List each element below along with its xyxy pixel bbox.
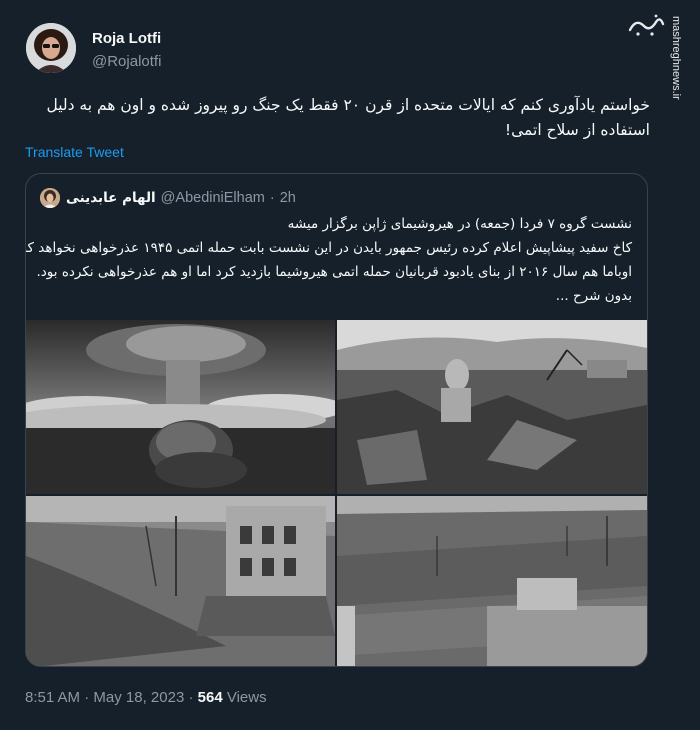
quoted-text-line: کاخ سفید پیشاپیش اعلام کرده رئیس جمهور ب… [26, 240, 632, 256]
photo-flattened-city[interactable] [337, 496, 647, 666]
tweet-meta: 8:51 AM · May 18, 2023 · 564 Views [25, 689, 267, 706]
photo-ruins-statue[interactable] [337, 320, 647, 494]
separator-dot: · [84, 689, 90, 706]
photo-mushroom-cloud[interactable] [26, 320, 335, 494]
quoted-text-line: نشست گروه ۷ فردا (جمعه) در هیروشیمای ژاپ… [287, 216, 632, 232]
photo-grid [26, 320, 647, 666]
views-label: Views [226, 689, 267, 706]
separator-dot: · [188, 689, 194, 706]
mashregh-logo [626, 12, 666, 40]
author-handle[interactable]: @Rojalotfi [92, 53, 161, 70]
quoted-tweet[interactable]: الهام عابدینی @AbediniElham · 2h نشست گر… [25, 173, 648, 667]
tweet-time[interactable]: 8:51 AM [25, 689, 80, 706]
photo-destroyed-building[interactable] [26, 496, 335, 666]
author-name[interactable]: Roja Lotfi [92, 30, 161, 47]
quoted-text-line: بدون شرح ... [555, 288, 632, 304]
separator-dot: · [269, 190, 275, 206]
views-count: 564 [197, 689, 223, 706]
author-avatar[interactable] [26, 23, 76, 73]
tweet-date[interactable]: May 18, 2023 [93, 689, 184, 706]
quoted-author-name[interactable]: الهام عابدینی [66, 190, 156, 206]
mashregh-watermark-url: mashreghnews.ir [670, 16, 682, 100]
translate-tweet-link[interactable]: Translate Tweet [25, 144, 124, 160]
tweet-text: خواستم یادآوری کنم که ایالات متحده از قر… [46, 96, 650, 139]
quoted-author-handle[interactable]: @AbediniElham [161, 190, 265, 206]
quoted-header: الهام عابدینی @AbediniElham · 2h [66, 190, 296, 206]
quoted-author-avatar[interactable] [40, 188, 60, 208]
quoted-timestamp[interactable]: 2h [280, 190, 296, 206]
quoted-avatar-photo [40, 188, 60, 208]
quoted-text-line: اوباما هم سال ۲۰۱۶ از بنای یادبود قربانی… [36, 264, 633, 280]
quoted-text: نشست گروه ۷ فردا (جمعه) در هیروشیمای ژاپ… [26, 212, 633, 308]
avatar-photo [26, 23, 76, 73]
